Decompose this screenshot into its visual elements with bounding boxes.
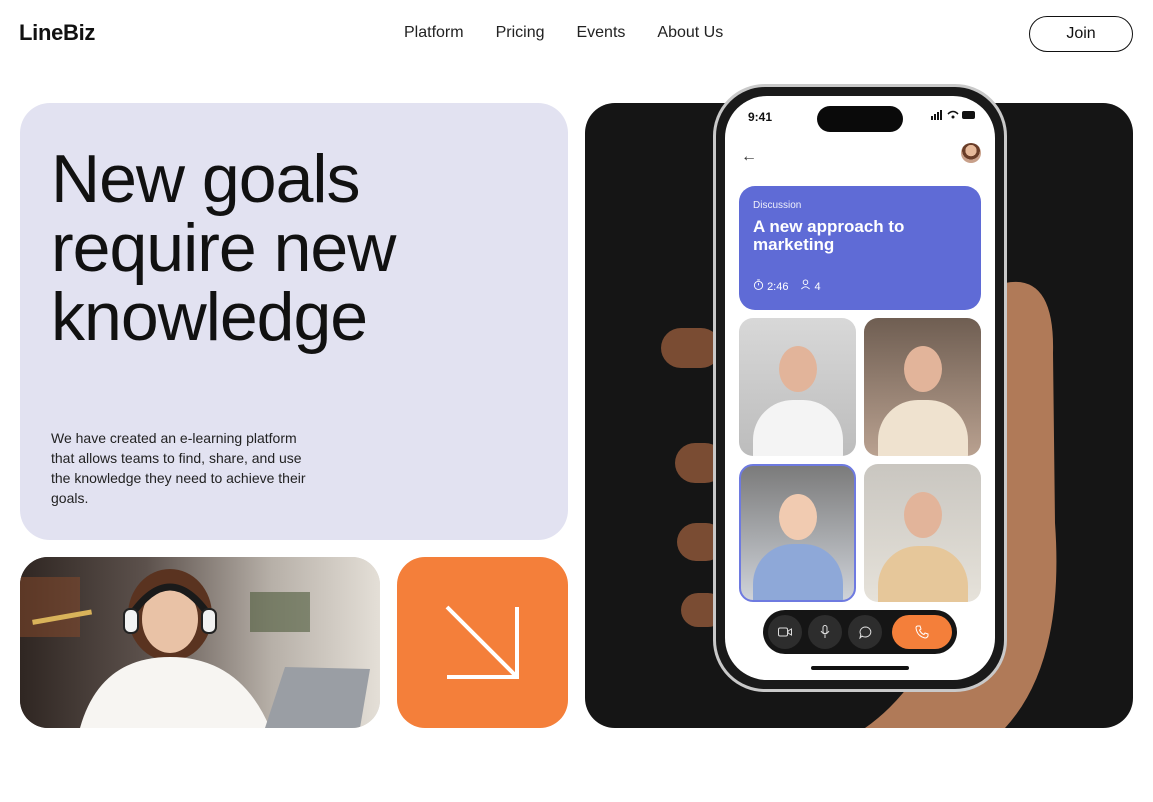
logo[interactable]: LineBiz [19, 20, 95, 46]
signal-wifi-battery-icon [931, 110, 975, 120]
nav-item-pricing[interactable]: Pricing [496, 24, 545, 42]
phone-screen: 9:41 ← Discussion A new approach to mark… [725, 96, 995, 680]
nav-item-events[interactable]: Events [576, 24, 625, 42]
hero-description: We have created an e-learning platform t… [51, 430, 306, 506]
status-icons [931, 110, 977, 123]
camera-button[interactable] [768, 615, 802, 649]
participant-face [778, 494, 817, 540]
discussion-label: Discussion [753, 200, 802, 211]
chat-bubble-icon [858, 625, 871, 639]
hero-card: New goals require new knowledge We have … [20, 103, 568, 540]
nav-item-about-us[interactable]: About Us [657, 24, 723, 42]
participant-face [903, 346, 942, 392]
headline-line-3: knowledge [51, 279, 368, 355]
participants-meta: 4 [800, 279, 821, 293]
video-tile-participant-4[interactable] [864, 464, 981, 602]
video-tile-participant-3-active[interactable] [739, 464, 856, 602]
main-nav: Platform Pricing Events About Us [404, 24, 723, 42]
video-camera-icon [778, 627, 792, 637]
avatar[interactable] [961, 143, 981, 163]
participant-face [778, 346, 817, 392]
person-icon [801, 279, 811, 290]
discussion-duration: 2:46 [767, 281, 789, 293]
student-photo-illustration [20, 557, 380, 728]
nav-item-platform[interactable]: Platform [404, 24, 464, 42]
video-tile-participant-1[interactable] [739, 318, 856, 456]
microphone-button[interactable] [808, 615, 842, 649]
headline-line-1: New goals [51, 141, 361, 217]
phone-icon [915, 625, 929, 639]
video-grid [739, 318, 981, 602]
participant-face [903, 492, 942, 538]
phone-mockup: 9:41 ← Discussion A new approach to mark… [713, 84, 1007, 692]
call-controls [763, 610, 957, 654]
student-photo [20, 557, 380, 728]
timer-icon [753, 279, 764, 290]
participant-body [877, 546, 968, 602]
headline-line-2: require new [51, 210, 396, 286]
participant-body [752, 544, 843, 600]
timer-meta: 2:46 [753, 279, 788, 293]
dynamic-island [817, 106, 903, 132]
video-tile-participant-2[interactable] [864, 318, 981, 456]
discussion-card[interactable]: Discussion A new approach to marketing 2… [739, 186, 981, 310]
discussion-title: A new approach to marketing [753, 217, 905, 254]
participant-count: 4 [814, 281, 821, 293]
hero-headline: New goals require new knowledge [51, 145, 531, 352]
end-call-button[interactable] [892, 615, 952, 649]
participant-body [752, 400, 843, 456]
arrow-down-right-button[interactable] [397, 557, 568, 728]
microphone-icon [820, 625, 830, 638]
status-time: 9:41 [748, 110, 773, 124]
arrow-down-right-icon [445, 605, 519, 679]
chat-button[interactable] [848, 615, 882, 649]
back-arrow-icon[interactable]: ← [741, 148, 757, 166]
discussion-meta: 2:46 4 [753, 279, 821, 293]
participant-body [877, 400, 968, 456]
join-button[interactable]: Join [1029, 16, 1133, 52]
home-indicator [811, 666, 909, 670]
